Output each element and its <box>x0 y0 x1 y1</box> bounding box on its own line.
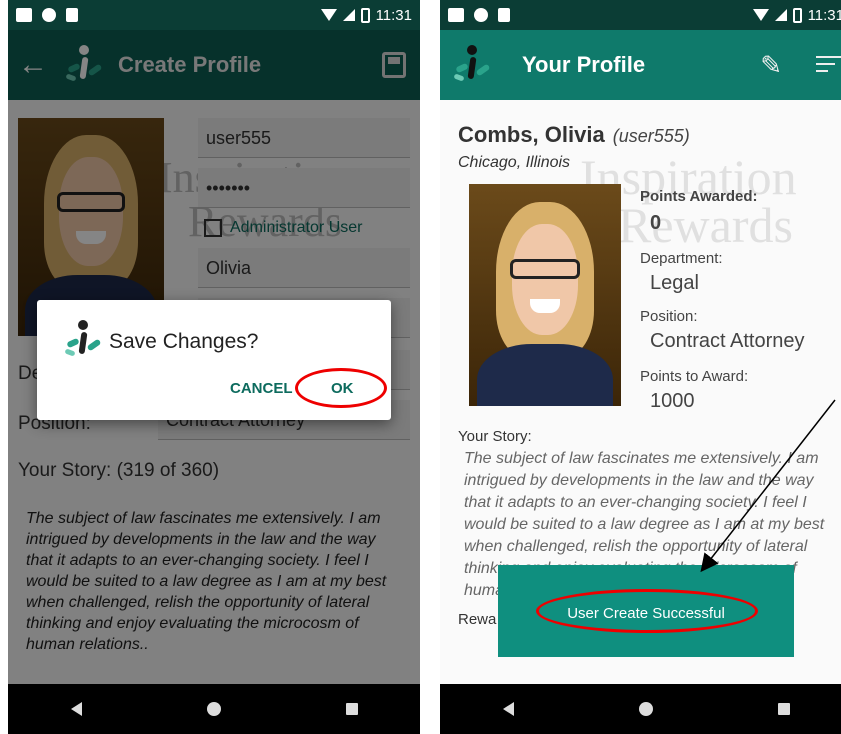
rewards-label: Rewa <box>458 611 497 628</box>
nav-back-icon[interactable] <box>70 702 82 716</box>
app-logo-icon <box>63 318 103 362</box>
edit-pencil-icon[interactable]: ✎ <box>760 50 782 81</box>
app-bar: Your Profile ✎ <box>440 30 841 100</box>
nav-home-icon[interactable] <box>206 702 221 716</box>
profile-location: Chicago, Illinois <box>458 154 571 171</box>
nav-home-icon[interactable] <box>638 702 653 716</box>
status-time: 11:31 <box>807 6 841 24</box>
signal-icon <box>774 9 787 21</box>
nav-recents-icon[interactable] <box>777 703 790 715</box>
create-profile-screen: 11:31 ← Create Profile Inspiration Rewar… <box>8 0 420 734</box>
wifi-icon <box>320 9 337 21</box>
department-label: Department: <box>640 250 723 267</box>
notification-dot-icon <box>42 8 56 22</box>
save-changes-dialog: Save Changes? CANCEL OK <box>37 300 391 420</box>
page-title: Your Profile <box>522 52 646 77</box>
position-value: Contract Attorney <box>650 330 805 352</box>
points-to-award-value: 1000 <box>650 390 695 412</box>
position-label: Position: <box>640 308 698 325</box>
status-time: 11:31 <box>375 6 412 24</box>
points-to-award-label: Points to Award: <box>640 368 749 385</box>
sort-menu-icon[interactable] <box>816 56 841 74</box>
nav-back-icon[interactable] <box>502 702 514 716</box>
profile-username: (user555) <box>612 126 690 146</box>
points-awarded-value: 0 <box>650 212 662 234</box>
sd-card-icon <box>498 8 510 22</box>
status-bar: 11:31 <box>8 0 420 30</box>
profile-photo <box>469 184 621 406</box>
gmail-icon <box>448 8 464 22</box>
story-label: Your Story: <box>458 428 532 445</box>
sd-card-icon <box>66 8 78 22</box>
battery-icon <box>792 7 802 23</box>
profile-name-line: Combs, Olivia (user555) <box>458 122 690 148</box>
nav-recents-icon[interactable] <box>345 703 358 715</box>
department-value: Legal <box>650 272 699 294</box>
signal-icon <box>342 9 355 21</box>
your-profile-screen: 11:31 Your Profile ✎ Inspiration Rewards… <box>440 0 841 734</box>
profile-name: Combs, Olivia <box>458 122 605 147</box>
wifi-icon <box>752 9 769 21</box>
ok-highlight-ellipse <box>295 368 387 408</box>
status-bar: 11:31 <box>440 0 841 30</box>
nav-bar <box>8 684 420 734</box>
points-awarded-label: Points Awarded: <box>640 188 758 205</box>
toast-highlight-ellipse <box>536 589 758 633</box>
dialog-title: Save Changes? <box>109 330 259 353</box>
gmail-icon <box>16 8 32 22</box>
battery-icon <box>360 7 370 23</box>
cancel-button[interactable]: CANCEL <box>230 380 293 397</box>
notification-dot-icon <box>474 8 488 22</box>
nav-bar <box>440 684 841 734</box>
app-logo-icon <box>452 43 492 87</box>
